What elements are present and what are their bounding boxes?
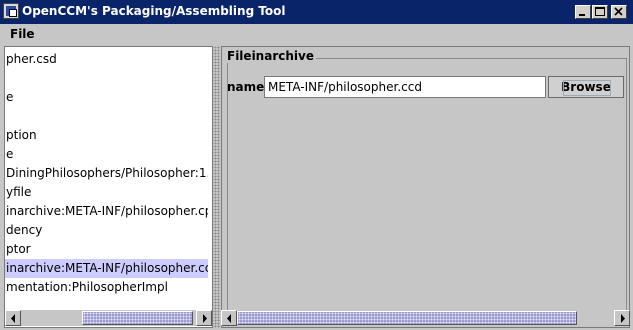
maximize-icon bbox=[595, 7, 605, 16]
tree-item[interactable]: pher.csd bbox=[5, 50, 208, 69]
tree-item[interactable]: dency bbox=[5, 221, 208, 240]
arrow-left-icon bbox=[11, 314, 15, 323]
tree-item[interactable]: e bbox=[5, 145, 208, 164]
scroll-right-button[interactable] bbox=[196, 310, 212, 326]
minimize-button[interactable] bbox=[575, 5, 591, 19]
split-pane-divider[interactable] bbox=[213, 46, 220, 328]
tree-item[interactable]: e bbox=[5, 88, 208, 107]
name-input[interactable]: META-INF/philosopher.ccd bbox=[264, 76, 546, 98]
group-title: Fileinarchive bbox=[225, 49, 316, 63]
tree-horizontal-scrollbar[interactable] bbox=[5, 310, 212, 326]
scroll-left-button[interactable] bbox=[5, 310, 21, 326]
details-horizontal-scrollbar[interactable] bbox=[221, 310, 630, 326]
tree-item[interactable]: DiningPhilosophers/Philosopher:1.0 bbox=[5, 164, 208, 183]
tree-item[interactable] bbox=[5, 107, 208, 126]
menu-file[interactable]: File bbox=[10, 27, 35, 41]
close-icon bbox=[614, 7, 623, 16]
browse-button[interactable]: Browse bbox=[548, 76, 624, 98]
menu-bar: File bbox=[0, 24, 633, 45]
title-bar: OpenCCM's Packaging/Assembling Tool bbox=[0, 0, 633, 24]
arrow-right-icon bbox=[203, 314, 207, 323]
tree-item[interactable]: inarchive:META-INF/philosopher.ccd bbox=[5, 259, 208, 278]
component-tree[interactable]: pher.csd e ption e DiningPhilosophers/Philos… bbox=[4, 46, 213, 328]
app-icon bbox=[3, 3, 19, 19]
scroll-thumb[interactable] bbox=[237, 311, 577, 325]
arrow-right-icon bbox=[621, 314, 625, 323]
minimize-icon bbox=[579, 14, 585, 16]
window-title: OpenCCM's Packaging/Assembling Tool bbox=[22, 4, 286, 18]
tree-item[interactable]: inarchive:META-INF/philosopher.cpf bbox=[5, 202, 208, 221]
maximize-button[interactable] bbox=[592, 5, 608, 19]
tree-item[interactable]: yfile bbox=[5, 183, 208, 202]
scroll-thumb[interactable] bbox=[82, 311, 193, 325]
close-button[interactable] bbox=[611, 5, 627, 19]
arrow-left-icon bbox=[227, 314, 231, 323]
tree-item[interactable] bbox=[5, 69, 208, 88]
scroll-left-button[interactable] bbox=[221, 310, 237, 326]
tree-item[interactable]: ptor bbox=[5, 240, 208, 259]
scroll-right-button[interactable] bbox=[614, 310, 630, 326]
tree-item[interactable]: ption bbox=[5, 126, 208, 145]
tree-item[interactable]: mentation:PhilosopherImpl bbox=[5, 278, 208, 297]
